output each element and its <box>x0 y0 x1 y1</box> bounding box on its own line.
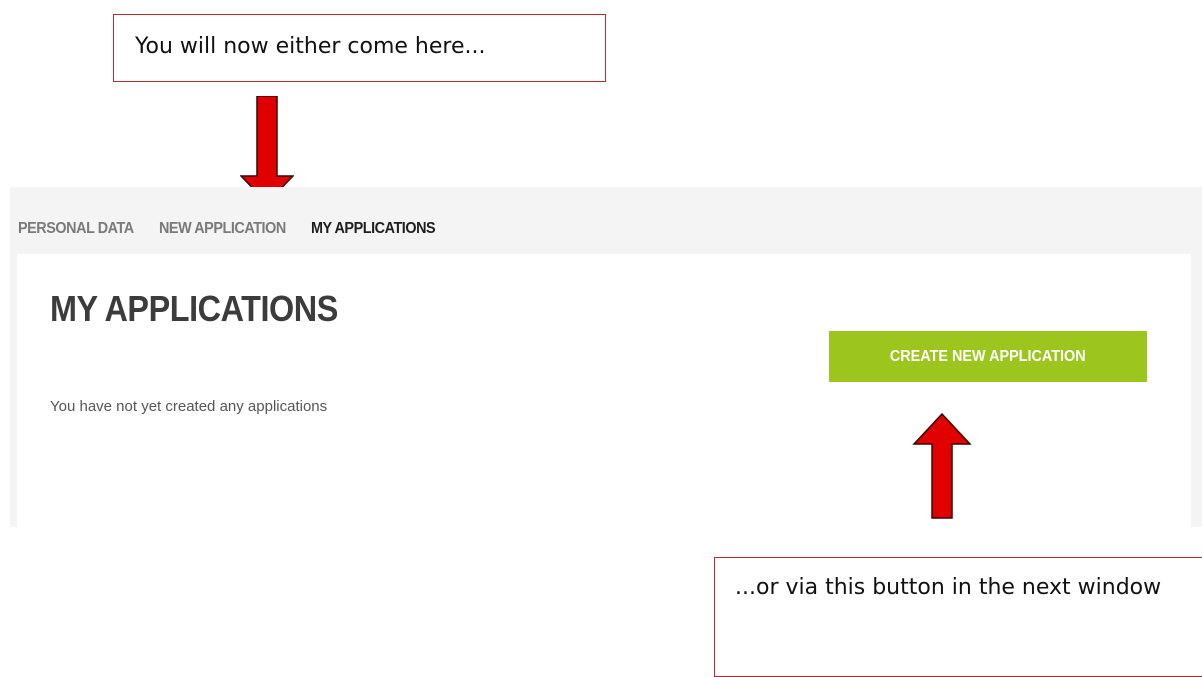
app-screenshot: PERSONAL DATA NEW APPLICATION MY APPLICA… <box>10 187 1202 534</box>
callout-bottom-text: ...or via this button in the next window <box>735 575 1162 600</box>
main-nav: PERSONAL DATA NEW APPLICATION MY APPLICA… <box>18 220 436 238</box>
callout-top: You will now either come here... <box>113 14 606 82</box>
page-title: MY APPLICATIONS <box>50 288 338 329</box>
nav-item-my-applications[interactable]: MY APPLICATIONS <box>311 220 436 238</box>
callout-bottom: ...or via this button in the next window <box>714 557 1202 677</box>
create-new-application-button[interactable]: CREATE NEW APPLICATION <box>829 331 1147 382</box>
nav-item-new-application[interactable]: NEW APPLICATION <box>159 220 286 238</box>
nav-item-personal-data[interactable]: PERSONAL DATA <box>18 220 134 238</box>
empty-state-message: You have not yet created any application… <box>50 398 328 415</box>
applications-card: MY APPLICATIONS CREATE NEW APPLICATION Y… <box>17 254 1191 534</box>
arrow-up-icon <box>912 413 972 519</box>
create-new-application-label: CREATE NEW APPLICATION <box>890 347 1086 365</box>
callout-top-text: You will now either come here... <box>135 34 486 59</box>
